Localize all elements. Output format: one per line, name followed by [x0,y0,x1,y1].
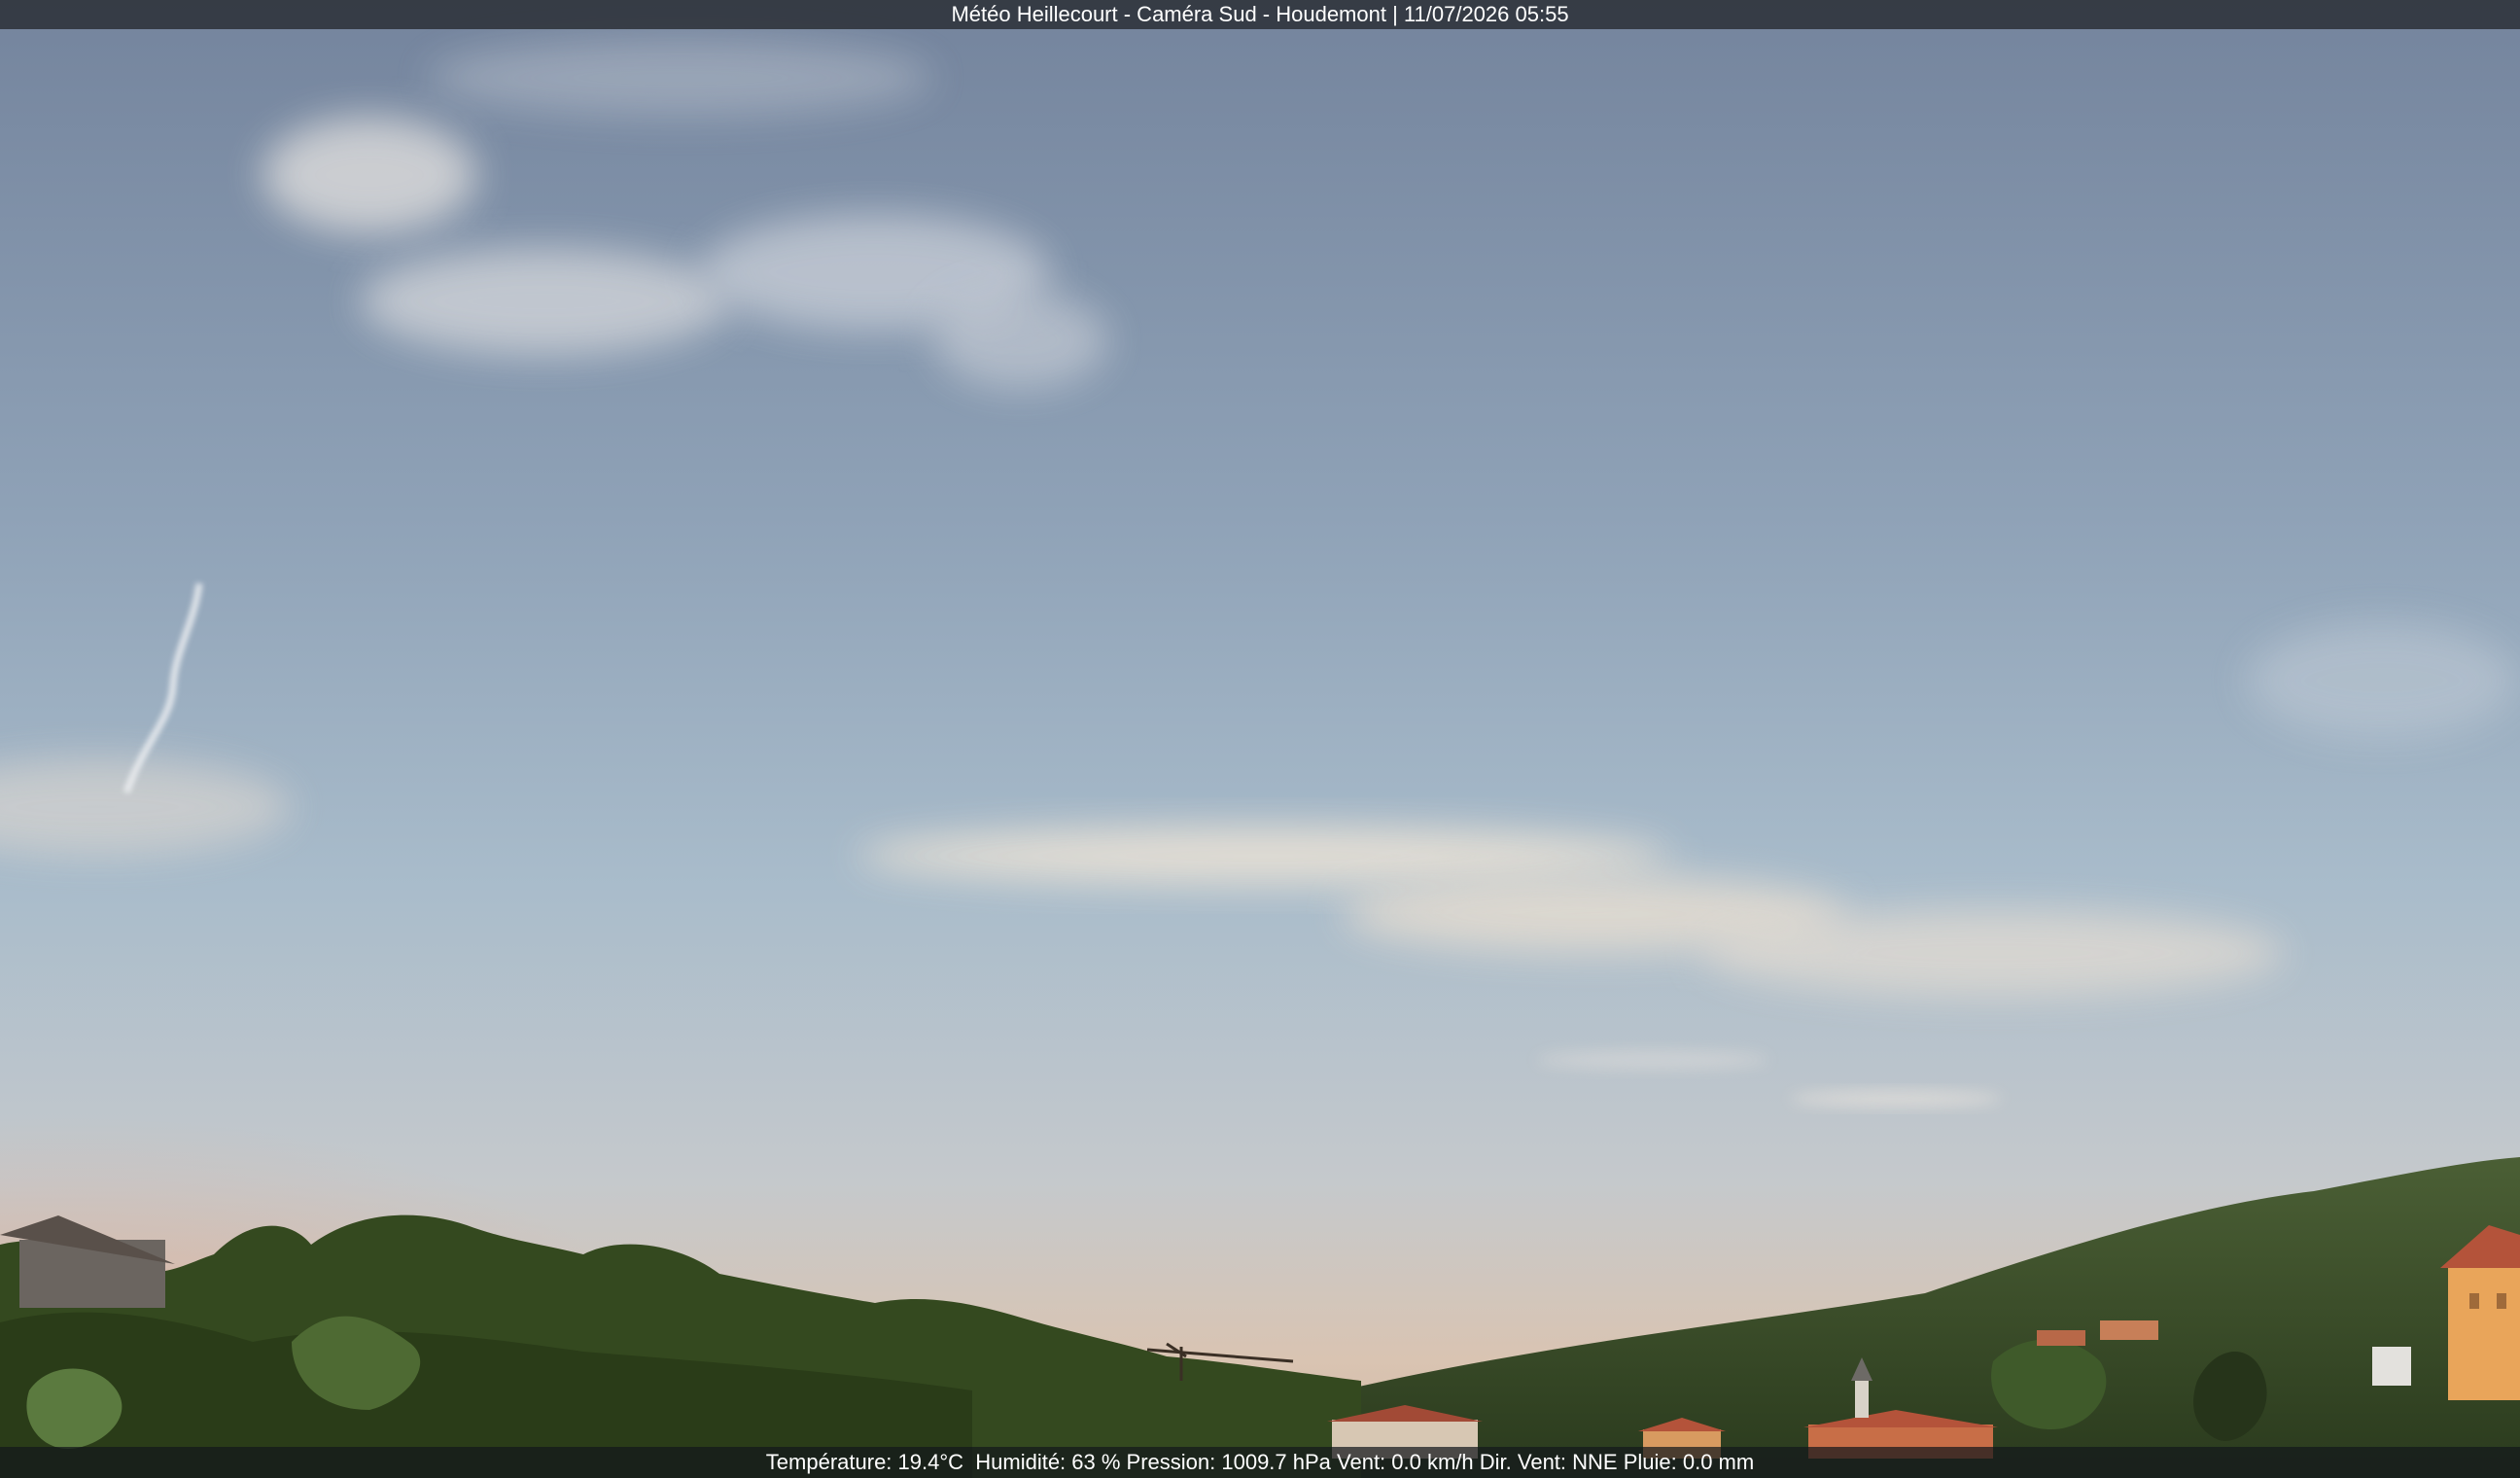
cloud [2246,622,2518,739]
weather-readout-bar: Température: 19.4°C Humidité: 63 % Press… [0,1447,2520,1478]
cloud [1536,1050,1769,1070]
cloud [1789,1091,2003,1107]
cloud [1701,909,2285,997]
cloud [360,248,729,355]
weather-readout: Température: 19.4°C Humidité: 63 % Press… [765,1450,1755,1474]
orange-facade [2448,1264,2520,1400]
webcam-scene [0,0,2520,1478]
webcam-title-bar: Météo Heillecourt - Caméra Sud - Houdemo… [0,0,2520,29]
cloud [262,117,476,233]
cloud [933,292,1108,389]
cloud [428,39,933,117]
webcam-title: Météo Heillecourt - Caméra Sud - Houdemo… [951,2,1569,26]
church-tower [1855,1379,1869,1418]
